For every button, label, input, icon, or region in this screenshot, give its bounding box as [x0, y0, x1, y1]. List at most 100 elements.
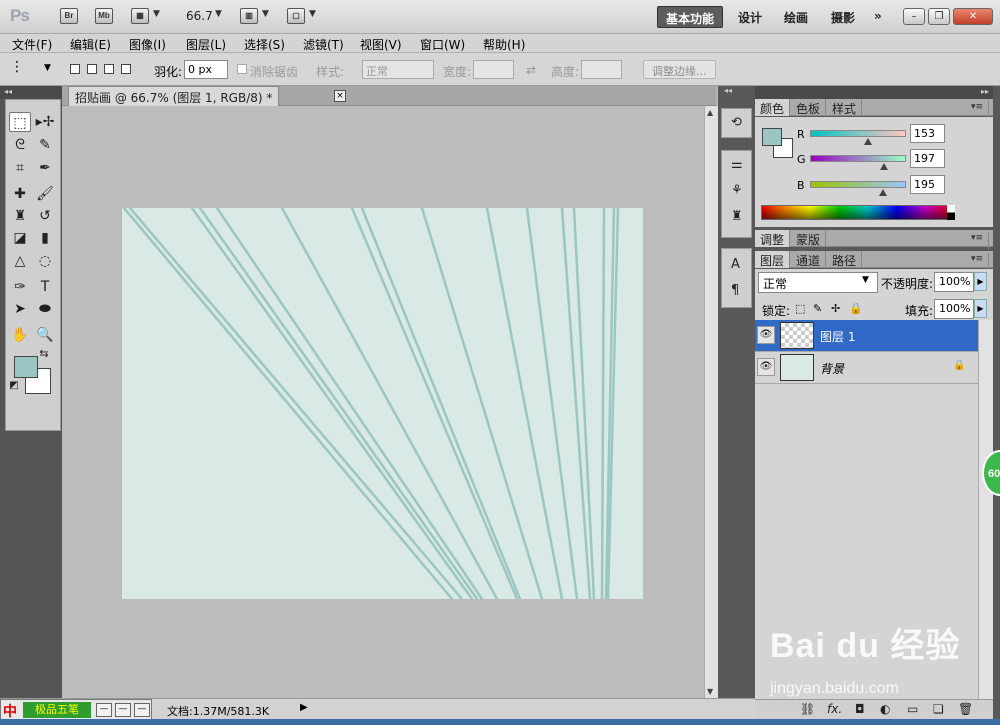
brush-presets-icon[interactable]: ⚌: [731, 157, 743, 172]
menu-edit[interactable]: 编辑(E): [70, 36, 111, 53]
swap-dimensions-icon[interactable]: ⇄: [526, 63, 536, 77]
scroll-up-icon[interactable]: ▲: [707, 108, 713, 117]
delete-layer-icon[interactable]: 🗑: [958, 702, 973, 716]
workspace-design-button[interactable]: 设计: [730, 6, 770, 28]
layer-row-background[interactable]: 👁 背景 🔒: [755, 352, 978, 384]
fx-icon[interactable]: fx.: [827, 702, 842, 716]
layers-scrollbar[interactable]: [978, 320, 993, 699]
feather-input[interactable]: 0 px: [184, 60, 228, 79]
refine-edge-button[interactable]: 调整边缘...: [643, 60, 716, 79]
tools-panel-header[interactable]: ◂◂: [0, 86, 62, 99]
menu-file[interactable]: 文件(F): [12, 36, 52, 53]
ime-toolbar[interactable]: 中 极品五笔 — — —: [0, 699, 152, 720]
restore-window-button[interactable]: ❐: [928, 8, 950, 25]
fill-slider-button[interactable]: ▶: [974, 299, 987, 318]
visibility-eye-icon[interactable]: 👁: [757, 326, 775, 344]
opacity-slider-button[interactable]: ▶: [974, 272, 987, 291]
add-mask-icon[interactable]: ◘: [855, 702, 865, 716]
eraser-tool-icon[interactable]: ◪: [9, 228, 31, 248]
gradient-tool-icon[interactable]: ▮: [34, 228, 56, 248]
tab-masks[interactable]: 蒙版: [791, 230, 827, 247]
ime-option-2[interactable]: —: [115, 703, 131, 717]
brush-panel-icon[interactable]: ⚘: [731, 183, 743, 198]
path-selection-tool-icon[interactable]: ➤: [9, 299, 31, 319]
menu-help[interactable]: 帮助(H): [483, 36, 525, 53]
tab-swatches[interactable]: 色板: [791, 99, 827, 116]
lasso-tool-icon[interactable]: ᘓ: [9, 135, 31, 155]
fill-input[interactable]: 100%: [934, 299, 974, 319]
swap-colors-icon[interactable]: ⇆: [36, 347, 52, 361]
green-slider-thumb[interactable]: [880, 163, 889, 170]
green-slider[interactable]: [810, 155, 906, 162]
clone-stamp-tool-icon[interactable]: ♜: [9, 206, 31, 226]
visibility-eye-icon[interactable]: 👁: [757, 358, 775, 376]
rectangular-marquee-tool-icon[interactable]: ⬚: [9, 112, 31, 132]
tab-layers[interactable]: 图层: [755, 251, 791, 268]
paragraph-panel-icon[interactable]: ¶: [731, 283, 739, 298]
document-vertical-scrollbar[interactable]: ▲ ▼: [704, 106, 718, 698]
panels-header[interactable]: ▸▸: [755, 86, 993, 99]
document-tab[interactable]: 招贴画 @ 66.7% (图层 1, RGB/8) *: [68, 86, 280, 106]
history-panel-icon[interactable]: ⟲: [731, 115, 742, 130]
tab-adjustments[interactable]: 调整: [755, 230, 791, 247]
antialias-checkbox[interactable]: [237, 64, 247, 74]
ime-option-1[interactable]: —: [96, 703, 112, 717]
foreground-color-swatch[interactable]: [14, 356, 38, 378]
brush-tool-icon[interactable]: 🖌: [34, 184, 56, 204]
green-value-input[interactable]: 197: [910, 149, 945, 168]
dock-collapse-icon[interactable]: ◂◂: [724, 86, 732, 95]
color-panel-menu-icon[interactable]: ▾≡: [966, 101, 989, 118]
ellipse-tool-icon[interactable]: ⬬: [34, 299, 56, 319]
arrange-documents-button[interactable]: ▥: [240, 8, 258, 24]
eyedropper-tool-icon[interactable]: ✒: [34, 158, 56, 178]
menu-window[interactable]: 窗口(W): [420, 36, 465, 53]
view-extras-dropdown-icon[interactable]: ▼: [153, 9, 160, 19]
ime-name[interactable]: 极品五笔: [23, 702, 91, 718]
color-panel-foreground-swatch[interactable]: [762, 128, 782, 146]
new-group-icon[interactable]: ▭: [907, 702, 918, 716]
subtract-from-selection-icon[interactable]: [104, 64, 114, 74]
adjustment-layer-icon[interactable]: ◐: [880, 702, 890, 716]
zoom-dropdown-icon[interactable]: ▼: [215, 9, 222, 19]
menu-image[interactable]: 图像(I): [129, 36, 166, 53]
blend-mode-select[interactable]: 正常: [758, 272, 878, 293]
width-input[interactable]: [473, 60, 514, 79]
dodge-tool-icon[interactable]: ◌: [34, 251, 56, 271]
pen-tool-icon[interactable]: ✑: [9, 277, 31, 297]
ime-chinese-icon[interactable]: 中: [3, 701, 17, 721]
quick-selection-tool-icon[interactable]: ✎: [34, 135, 56, 155]
style-select[interactable]: 正常: [362, 60, 434, 79]
menu-filter[interactable]: 滤镜(T): [303, 36, 344, 53]
arrange-dropdown-icon[interactable]: ▼: [262, 9, 269, 19]
blue-value-input[interactable]: 195: [910, 175, 945, 194]
close-document-icon[interactable]: ×: [334, 90, 346, 102]
new-selection-icon[interactable]: [70, 64, 80, 74]
crop-tool-icon[interactable]: ⌗: [9, 158, 31, 178]
blend-mode-dropdown-icon[interactable]: ▼: [862, 275, 869, 285]
minimize-window-button[interactable]: –: [903, 8, 925, 25]
screen-mode-button[interactable]: ▢: [287, 8, 305, 24]
screen-mode-dropdown-icon[interactable]: ▼: [309, 9, 316, 19]
view-extras-button[interactable]: ▦: [131, 8, 149, 24]
hand-tool-icon[interactable]: ✋: [9, 325, 31, 345]
adjustments-panel-menu-icon[interactable]: ▾≡: [966, 232, 989, 249]
menu-select[interactable]: 选择(S): [244, 36, 285, 53]
clone-source-icon[interactable]: ♜: [731, 209, 743, 224]
spot-healing-tool-icon[interactable]: ✚: [9, 184, 31, 204]
black-white-swatch[interactable]: [947, 205, 955, 220]
workspace-essentials-button[interactable]: 基本功能: [657, 6, 724, 28]
lock-position-icon[interactable]: ✢: [831, 302, 840, 315]
scroll-down-icon[interactable]: ▼: [707, 687, 713, 696]
status-menu-arrow-icon[interactable]: ▶: [300, 702, 308, 713]
opacity-input[interactable]: 100%: [934, 272, 974, 292]
height-input[interactable]: [581, 60, 622, 79]
workspace-photography-button[interactable]: 摄影: [823, 6, 863, 28]
zoom-tool-icon[interactable]: 🔍: [34, 325, 56, 345]
tab-color[interactable]: 颜色: [755, 99, 791, 116]
tab-channels[interactable]: 通道: [791, 251, 827, 268]
add-to-selection-icon[interactable]: [87, 64, 97, 74]
red-slider[interactable]: [810, 130, 906, 137]
lock-all-icon[interactable]: 🔒: [849, 302, 863, 315]
layer-row-layer1[interactable]: 👁 图层 1: [755, 320, 978, 352]
marquee-tool-preset-icon[interactable]: ⋮: [10, 59, 24, 75]
